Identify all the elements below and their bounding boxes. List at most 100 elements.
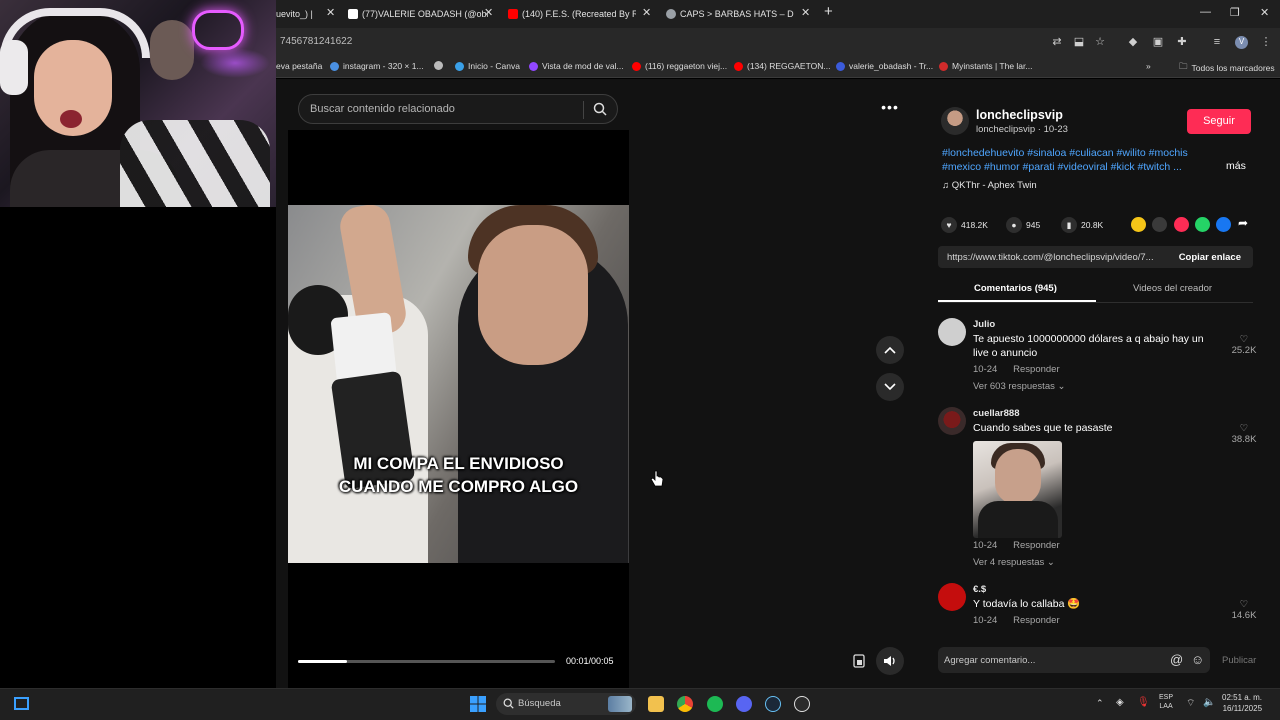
- tray-app-icon[interactable]: ◈: [1116, 697, 1124, 708]
- tab-3-close-icon[interactable]: ✕: [642, 6, 651, 19]
- puzzle-icon[interactable]: ✚: [1176, 36, 1188, 48]
- follow-button[interactable]: Seguir: [1187, 109, 1251, 134]
- volume-icon[interactable]: [876, 647, 904, 675]
- previous-video-button[interactable]: [876, 336, 904, 364]
- view-replies-button[interactable]: Ver 603 respuestas ⌄: [973, 381, 1065, 392]
- address-bar[interactable]: 7456781241622 ⇄ ⬓ ☆ ◆ ▣ ✚ ≡ V ⋮: [276, 28, 1280, 56]
- comment-text: Y todavía lo callaba 🤩: [973, 598, 1081, 610]
- view-replies-button[interactable]: Ver 4 respuestas ⌄: [973, 557, 1055, 568]
- comment-button[interactable]: ● 945: [1006, 217, 1040, 233]
- translate-icon[interactable]: ⇄: [1051, 36, 1063, 48]
- search-input[interactable]: Buscar contenido relacionado: [298, 94, 618, 124]
- profile-avatar-icon[interactable]: V: [1235, 36, 1248, 49]
- bookmark-4[interactable]: Inicio - Canva: [455, 61, 520, 71]
- more-options-icon[interactable]: •••: [876, 93, 904, 121]
- emoji-icon[interactable]: ☺: [1191, 652, 1204, 667]
- media-icon[interactable]: ≡: [1211, 36, 1223, 48]
- comment-image[interactable]: [973, 441, 1062, 538]
- facebook-icon[interactable]: [1216, 217, 1231, 232]
- more-link[interactable]: más: [1226, 160, 1246, 172]
- bookmark-8[interactable]: valerie_obadash - Tr...: [836, 61, 933, 71]
- globe-icon: [666, 9, 676, 19]
- steam-icon[interactable]: [765, 696, 781, 712]
- windows-start-icon[interactable]: [470, 696, 486, 712]
- bookmark-6[interactable]: (116) reggaeton viej...: [632, 61, 727, 71]
- app-icon[interactable]: [794, 696, 810, 712]
- comment-user[interactable]: cuellar888: [973, 408, 1019, 419]
- new-tab-button[interactable]: +: [824, 3, 833, 20]
- tab-comments[interactable]: Comentarios (945): [974, 283, 1057, 294]
- comment-like[interactable]: ♡ 14.6K: [1226, 599, 1262, 621]
- hand-cursor-icon: [650, 470, 664, 487]
- install-app-icon[interactable]: ⬓: [1073, 36, 1085, 48]
- bookmark-5[interactable]: Vista de mod de val...: [529, 61, 624, 71]
- tab-creator-videos[interactable]: Videos del creador: [1133, 283, 1212, 294]
- tray-chevron-up-icon[interactable]: ⌃: [1096, 698, 1104, 709]
- bookmark-star-icon[interactable]: ☆: [1094, 36, 1106, 48]
- tab-1-close-icon[interactable]: ✕: [326, 6, 335, 19]
- coin-icon[interactable]: [1131, 217, 1146, 232]
- comment-avatar[interactable]: [938, 318, 966, 346]
- music-link[interactable]: ♫ QKThr - Aphex Twin: [942, 180, 1037, 191]
- tab-2-close-icon[interactable]: ✕: [484, 6, 493, 19]
- publish-button[interactable]: Publicar: [1222, 655, 1256, 666]
- bookmarks-overflow-icon[interactable]: »: [1146, 61, 1151, 71]
- file-explorer-icon[interactable]: [648, 696, 664, 712]
- speaker-icon[interactable]: 🔈: [1203, 697, 1215, 708]
- comment-like[interactable]: ♡ 25.2K: [1226, 334, 1262, 356]
- comment-avatar[interactable]: [938, 407, 966, 435]
- copy-link-button[interactable]: Copiar enlace: [1179, 252, 1241, 263]
- whatsapp-icon[interactable]: [1195, 217, 1210, 232]
- video-hashtags[interactable]: #lonchedehuevito #sinaloa #culiacan #wil…: [942, 146, 1217, 174]
- share-arrow-icon[interactable]: ➦: [1238, 216, 1248, 230]
- miniplayer-icon[interactable]: [845, 647, 873, 675]
- taskbar-clock[interactable]: 02:51 a. m. 16/11/2025: [1222, 692, 1262, 714]
- next-video-button[interactable]: [876, 373, 904, 401]
- embed-icon[interactable]: [1152, 217, 1167, 232]
- close-window-icon[interactable]: ✕: [1260, 6, 1269, 19]
- bookmark-1[interactable]: eva pestaña: [276, 61, 322, 71]
- extension-2-icon[interactable]: ▣: [1152, 36, 1164, 48]
- heart-icon: ♥: [941, 217, 957, 233]
- spotify-icon[interactable]: [707, 696, 723, 712]
- search-icon[interactable]: [593, 102, 607, 116]
- comment-user[interactable]: Julio: [973, 319, 995, 330]
- youtube-icon: [632, 61, 641, 71]
- bookmark-2[interactable]: instagram - 320 × 1...: [330, 61, 424, 71]
- like-button[interactable]: ♥ 418.2K: [941, 217, 988, 233]
- microphone-icon[interactable]: 🎙: [1137, 697, 1150, 708]
- minimize-icon[interactable]: —: [1200, 6, 1211, 18]
- taskbar-search[interactable]: Búsqueda: [496, 693, 636, 715]
- video-frame[interactable]: [288, 205, 629, 563]
- extension-icon[interactable]: ◆: [1127, 36, 1139, 48]
- save-button[interactable]: ▮ 20.8K: [1061, 217, 1103, 233]
- reply-button[interactable]: Responder: [1013, 540, 1059, 551]
- all-bookmarks[interactable]: 🗀 Todos los marcadores: [1179, 61, 1275, 75]
- input-language[interactable]: ESP LAA: [1159, 693, 1173, 711]
- send-icon[interactable]: [1174, 217, 1189, 232]
- bookmark-9[interactable]: Myinstants | The lar...: [939, 61, 1032, 71]
- tab-4[interactable]: CAPS > BARBAS HATS – DROP: [666, 4, 794, 24]
- restore-icon[interactable]: ❐: [1230, 6, 1240, 19]
- instagram-icon: [330, 61, 339, 71]
- comment-user[interactable]: €.$: [973, 584, 986, 595]
- mention-icon[interactable]: @: [1170, 652, 1183, 667]
- comment-like[interactable]: ♡ 38.8K: [1226, 423, 1262, 445]
- bookmark-3[interactable]: [434, 61, 447, 70]
- widget-icon[interactable]: [14, 697, 29, 710]
- creator-name[interactable]: loncheclipsvip: [976, 108, 1063, 122]
- wifi-icon[interactable]: ⌔: [1186, 697, 1195, 710]
- chrome-icon[interactable]: [677, 696, 693, 712]
- video-progress-bar[interactable]: [298, 660, 555, 663]
- tab-2[interactable]: (77)VALERIE OBADASH (@obad: [348, 4, 488, 24]
- discord-icon[interactable]: [736, 696, 752, 712]
- menu-dots-icon[interactable]: ⋮: [1260, 36, 1272, 48]
- reply-button[interactable]: Responder: [1013, 615, 1059, 626]
- bookmark-7[interactable]: (134) REGGAETON...: [734, 61, 830, 71]
- tab-4-close-icon[interactable]: ✕: [801, 6, 810, 19]
- reply-button[interactable]: Responder: [1013, 364, 1059, 375]
- creator-avatar[interactable]: [941, 107, 969, 135]
- comment-input[interactable]: Agregar comentario... @ ☺: [938, 647, 1210, 673]
- tab-3[interactable]: (140) F.E.S. (Recreated By Rare): [508, 4, 636, 24]
- comment-avatar[interactable]: [938, 583, 966, 611]
